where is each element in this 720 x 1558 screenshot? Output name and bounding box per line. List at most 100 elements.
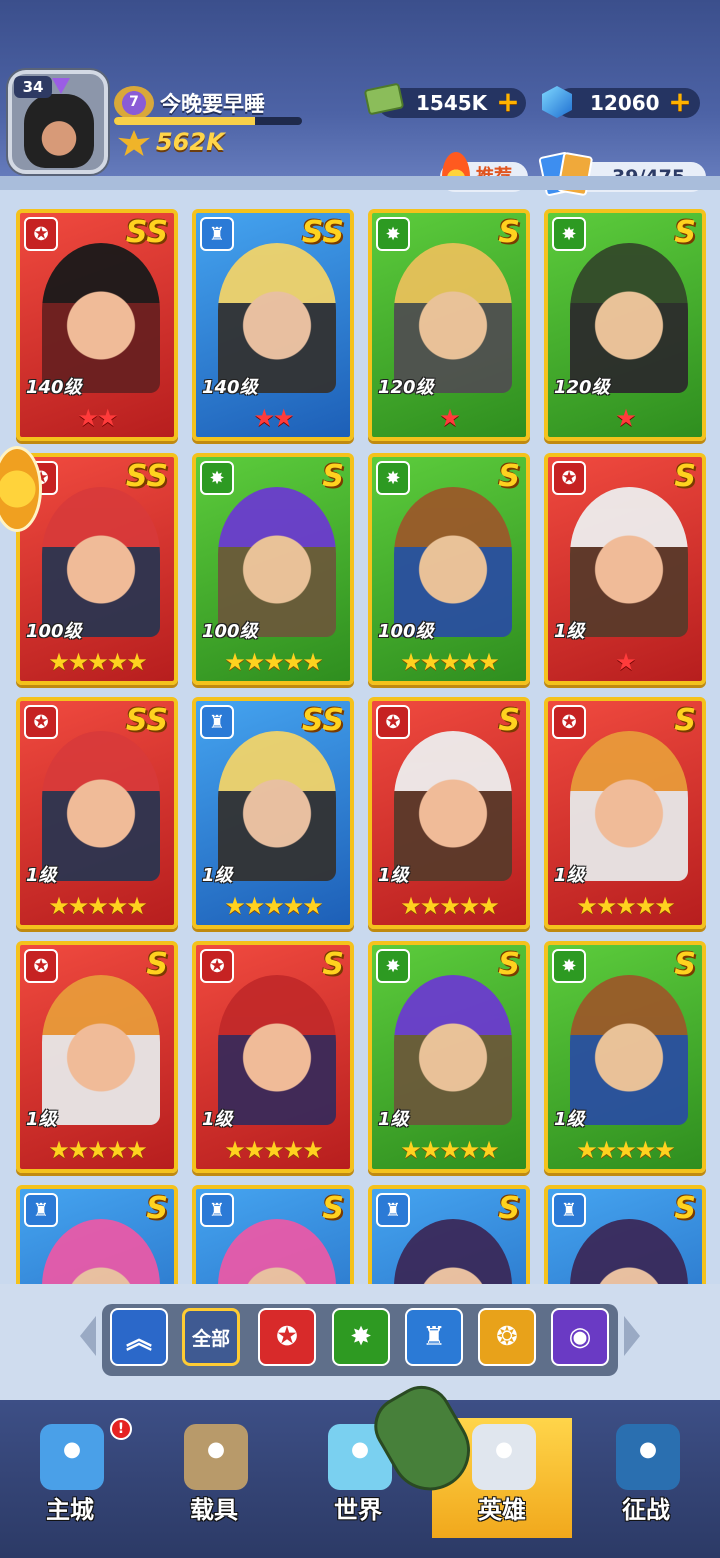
player-name: 今晚要早睡 bbox=[160, 92, 265, 116]
nav-campaign[interactable]: 征战 bbox=[576, 1418, 716, 1538]
hero-star-rating: ★ bbox=[548, 405, 702, 431]
hero-card[interactable]: ✸ S 100级 ★★★★★ bbox=[368, 453, 530, 685]
hero-star-rating: ★★★★★ bbox=[196, 1137, 350, 1163]
hero-portrait bbox=[570, 487, 688, 637]
hero-card[interactable]: ✪ SS 1级 ★★★★★ bbox=[16, 697, 178, 929]
hero-level: 100级 bbox=[378, 621, 434, 642]
exp-bar-fill bbox=[114, 117, 255, 125]
hero-grade: S bbox=[674, 1191, 696, 1226]
hero-card[interactable]: ✸ S 120级 ★ bbox=[368, 209, 530, 441]
hero-level: 140级 bbox=[26, 377, 82, 398]
star-icon: ★ bbox=[263, 1136, 284, 1164]
hero-card[interactable]: ✸ S 1级 ★★★★★ bbox=[368, 941, 530, 1173]
nav-label: 英雄 bbox=[478, 1496, 526, 1524]
star-icon: ★ bbox=[87, 648, 108, 676]
hero-card[interactable]: ✸ S 120级 ★ bbox=[544, 209, 706, 441]
hero-level: 1级 bbox=[554, 621, 585, 642]
avatar-portrait bbox=[24, 94, 94, 168]
star-icon: ★ bbox=[302, 892, 323, 920]
hero-portrait bbox=[570, 731, 688, 881]
star-icon: ★ bbox=[302, 1136, 323, 1164]
star-icon: ★ bbox=[243, 892, 265, 920]
star-icon: ★ bbox=[77, 404, 98, 432]
star-icon: ★ bbox=[634, 892, 656, 920]
hero-star-rating: ★★★★★ bbox=[548, 893, 702, 919]
hero-card[interactable]: ✪ SS 140级 ★★ bbox=[16, 209, 178, 441]
hero-grid: ✪SS140级★★♜SS140级★★✸S120级★✸S120级★✪SS100级★… bbox=[0, 205, 720, 1285]
hero-grade: S bbox=[498, 947, 520, 982]
vip-badge[interactable]: 7 bbox=[114, 86, 154, 120]
hero-card[interactable]: ✸ S 100级 ★★★★★ bbox=[192, 453, 354, 685]
hero-portrait bbox=[218, 731, 336, 881]
filter-green-button[interactable]: ✸ bbox=[332, 1308, 390, 1366]
filter-all-label: 全部 bbox=[191, 1327, 230, 1350]
shield-crest-icon: ✪ bbox=[24, 217, 58, 251]
hero-level: 100级 bbox=[26, 621, 82, 642]
nav-main-city[interactable]: 主城! bbox=[0, 1418, 140, 1538]
hero-portrait bbox=[218, 487, 336, 637]
hero-grade: SS bbox=[125, 703, 168, 738]
hero-grade: SS bbox=[301, 703, 344, 738]
star-icon: ★ bbox=[419, 892, 441, 920]
hero-card[interactable]: ✪ S 1级 ★★★★★ bbox=[192, 941, 354, 1173]
hero-grade: S bbox=[498, 215, 520, 250]
star-icon: ★ bbox=[400, 1136, 421, 1164]
hero-level: 100级 bbox=[202, 621, 258, 642]
exp-bar bbox=[114, 117, 302, 125]
hero-card[interactable]: ♜ SS 140级 ★★ bbox=[192, 209, 354, 441]
hero-card[interactable]: ♜ S bbox=[368, 1185, 530, 1285]
filter-purple-button[interactable]: ◉ bbox=[551, 1308, 609, 1366]
star-icon: ★ bbox=[458, 1136, 480, 1164]
hero-portrait bbox=[218, 243, 336, 393]
hero-star-rating: ★ bbox=[548, 649, 702, 675]
eye-icon: ◉ bbox=[568, 1322, 592, 1352]
hero-card[interactable]: ✸ S 1级 ★★★★★ bbox=[544, 941, 706, 1173]
star-icon: ★ bbox=[282, 1136, 304, 1164]
power-crest-icon bbox=[118, 130, 150, 156]
star-icon: ★ bbox=[282, 648, 304, 676]
hero-star-rating: ★★★★★ bbox=[20, 649, 174, 675]
hero-level: 1级 bbox=[554, 1109, 585, 1130]
filter-blue-button[interactable]: ♜ bbox=[405, 1308, 463, 1366]
filter-scroll-right-icon[interactable] bbox=[624, 1316, 640, 1356]
hero-portrait bbox=[394, 975, 512, 1125]
hero-portrait bbox=[42, 243, 160, 393]
hero-card[interactable]: ♜ S bbox=[16, 1185, 178, 1285]
star-icon: ★ bbox=[224, 648, 245, 676]
hero-card[interactable]: ♜ S bbox=[544, 1185, 706, 1285]
filter-gold-button[interactable]: ❂ bbox=[478, 1308, 536, 1366]
hero-card[interactable]: ♜ SS 1级 ★★★★★ bbox=[192, 697, 354, 929]
hero-grade: S bbox=[674, 703, 696, 738]
hero-level: 1级 bbox=[202, 1109, 233, 1130]
hero-level: 1级 bbox=[378, 865, 409, 886]
star-icon: ★ bbox=[439, 892, 460, 920]
shield-crest-icon: ✪ bbox=[24, 705, 58, 739]
filter-upgrade-button[interactable]: ︽ bbox=[110, 1308, 168, 1366]
hero-card[interactable]: ✪ S 1级 ★★★★★ bbox=[368, 697, 530, 929]
filter-scroll-left-icon[interactable] bbox=[80, 1316, 96, 1356]
tower-icon: ♜ bbox=[24, 1193, 58, 1227]
filter-all-button[interactable]: 全部 bbox=[182, 1308, 240, 1366]
star-icon: ★ bbox=[439, 1136, 460, 1164]
hero-card[interactable]: ♜ S bbox=[192, 1185, 354, 1285]
add-cash-button[interactable]: + bbox=[496, 88, 520, 116]
radar-icon bbox=[616, 1424, 680, 1490]
hero-star-rating: ★★★★★ bbox=[372, 1137, 526, 1163]
add-gem-button[interactable]: + bbox=[668, 88, 692, 116]
hero-card[interactable]: ✪ S 1级 ★ bbox=[544, 453, 706, 685]
star-icon: ★ bbox=[263, 892, 284, 920]
filter-red-button[interactable]: ✪ bbox=[258, 1308, 316, 1366]
hero-card[interactable]: ✪ S 1级 ★★★★★ bbox=[16, 941, 178, 1173]
hero-card[interactable]: ✪ S 1级 ★★★★★ bbox=[544, 697, 706, 929]
nav-vehicle[interactable]: 载具 bbox=[144, 1418, 284, 1538]
nav-label: 载具 bbox=[190, 1496, 238, 1524]
star-icon: ★ bbox=[439, 648, 460, 676]
nav-label: 征战 bbox=[622, 1496, 670, 1524]
hero-grade: S bbox=[322, 459, 344, 494]
star-icon: ★ bbox=[576, 892, 597, 920]
star-icon: ★ bbox=[106, 892, 128, 920]
star-icon: ★ bbox=[634, 1136, 656, 1164]
star-icon: ★ bbox=[87, 892, 108, 920]
hero-portrait bbox=[394, 731, 512, 881]
star-icon: ★ bbox=[253, 404, 274, 432]
